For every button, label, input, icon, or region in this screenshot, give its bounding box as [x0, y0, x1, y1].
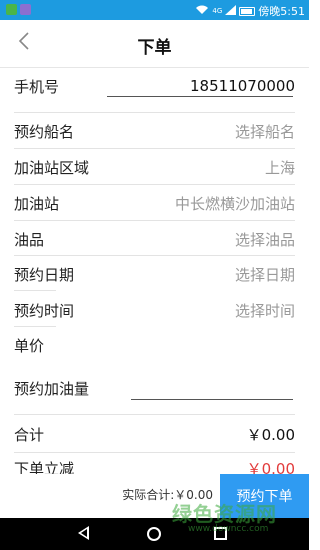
notification-icons	[6, 4, 31, 15]
area-row[interactable]: 加油站区域 上海	[14, 149, 295, 185]
time-select[interactable]: 选择时间	[235, 300, 295, 321]
price-row: 单价	[14, 327, 295, 363]
subtotal-label: 合计	[14, 425, 45, 444]
subtotal-row: 合计 ￥0.00	[14, 416, 295, 452]
watermark: 绿色资源网	[172, 502, 277, 526]
price-label: 单价	[14, 336, 45, 355]
nav-home-icon[interactable]	[147, 527, 161, 541]
station-select[interactable]: 中长燃横沙加油站	[175, 193, 295, 214]
quantity-row: 预约加油量	[14, 370, 295, 406]
app-notification-icon	[6, 4, 17, 15]
battery-icon	[239, 6, 256, 16]
station-row[interactable]: 加油站 中长燃横沙加油站	[14, 185, 295, 221]
divider	[14, 290, 56, 291]
date-row[interactable]: 预约日期 选择日期	[14, 256, 295, 292]
app-notification-icon	[20, 4, 31, 15]
nav-back-icon-inner	[81, 529, 87, 537]
phone-label: 手机号	[14, 77, 60, 96]
watermark-url: www.downcc.com	[188, 524, 269, 534]
oil-row[interactable]: 油品 选择油品	[14, 221, 295, 257]
header: 下单	[0, 20, 309, 68]
date-select[interactable]: 选择日期	[235, 264, 295, 285]
area-select[interactable]: 上海	[265, 157, 295, 178]
quantity-input[interactable]	[131, 399, 293, 400]
page-title: 下单	[137, 38, 172, 58]
status-indicators: 4G 傍晚5:51	[195, 3, 305, 19]
station-label: 加油站	[14, 194, 60, 213]
time-label: 预约时间	[14, 301, 75, 320]
phone-row: 手机号 18511070000	[14, 68, 295, 104]
status-time: 傍晚5:51	[258, 5, 305, 18]
signal-icon	[225, 4, 237, 18]
status-bar: 4G 傍晚5:51	[0, 0, 309, 20]
wifi-icon	[195, 5, 209, 18]
divider	[14, 414, 295, 415]
date-label: 预约日期	[14, 265, 75, 284]
network-type: 4G	[212, 6, 223, 15]
quantity-label: 预约加油量	[14, 379, 90, 398]
phone-field[interactable]: 18511070000	[190, 77, 295, 95]
ship-row[interactable]: 预约船名 选择船名	[14, 113, 295, 149]
oil-select[interactable]: 选择油品	[235, 229, 295, 250]
phone-underline	[107, 96, 293, 97]
oil-label: 油品	[14, 230, 45, 249]
subtotal-value: ￥0.00	[246, 425, 295, 444]
ship-label: 预约船名	[14, 122, 75, 141]
time-row[interactable]: 预约时间 选择时间	[14, 292, 295, 328]
area-label: 加油站区域	[14, 158, 90, 177]
ship-select[interactable]: 选择船名	[235, 121, 295, 142]
